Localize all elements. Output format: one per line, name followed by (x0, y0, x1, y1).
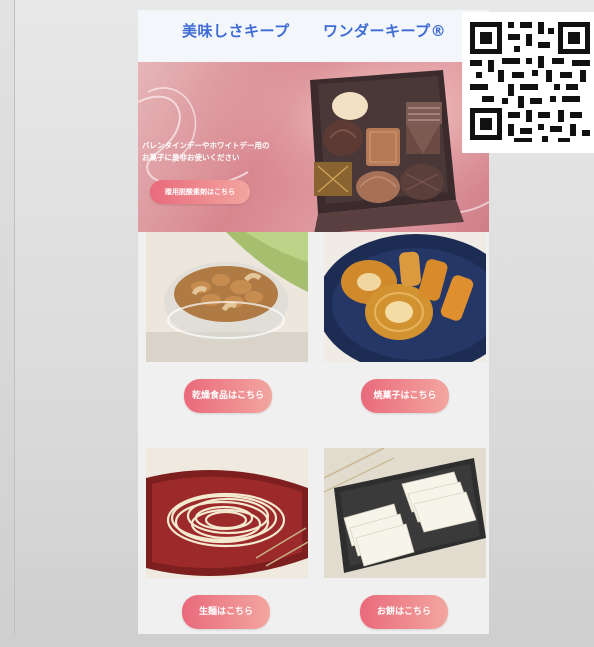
hero-caption-line1: バレンタインデーやホワイトデー用の (142, 141, 270, 150)
baked-sweets-image[interactable] (324, 232, 486, 362)
baked-sweets-plate-image (324, 232, 486, 362)
brand-title-left[interactable]: 美味しさキープ (182, 20, 290, 41)
page-header: 美味しさキープ ワンダーキープ® (138, 10, 489, 62)
mochi-slices-tray-image (324, 448, 486, 578)
baked-sweets-button[interactable]: 焼菓子はこちら (361, 379, 449, 413)
qr-code[interactable] (462, 12, 594, 153)
brand-title-right[interactable]: ワンダーキープ® (323, 20, 446, 41)
qr-code-icon (462, 12, 594, 153)
hero-caption-line2: お菓子に是非お使いください (142, 153, 240, 162)
dried-food-button[interactable]: 乾燥食品はこちら (184, 379, 272, 413)
dried-food-image[interactable] (146, 232, 308, 362)
mochi-image[interactable] (324, 448, 486, 578)
phone-screen: 美味しさキープ ワンダーキープ® バレンタインデーやホワイトデー用の お菓子に是… (138, 10, 489, 634)
hero-banner[interactable]: バレンタインデーやホワイトデー用の お菓子に是非お使いください 贈用脱酸素剤はこ… (138, 62, 489, 232)
fresh-noodles-image[interactable] (146, 448, 308, 578)
mochi-button[interactable]: お餅はこちら (360, 595, 448, 629)
nuts-bowl-image (146, 232, 308, 362)
fresh-noodles-button[interactable]: 生麺はこちら (182, 595, 270, 629)
gift-oxygen-absorber-button[interactable]: 贈用脱酸素剤はこちら (150, 180, 250, 204)
hero-caption: バレンタインデーやホワイトデー用の お菓子に是非お使いください (142, 140, 270, 164)
fresh-noodles-dish-image (146, 448, 308, 578)
